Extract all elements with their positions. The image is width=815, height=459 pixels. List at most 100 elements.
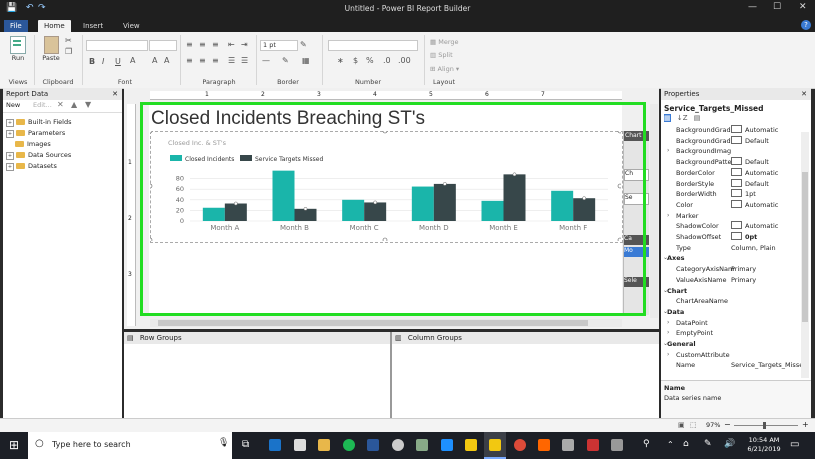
align-right-icon[interactable]: ≡ [212,56,219,65]
split-button[interactable]: ▥ Split [430,51,453,59]
tree-item-data-sources[interactable]: + Data Sources [6,150,71,160]
property-row[interactable]: Color Automatic [661,199,801,211]
property-category[interactable]: ⌄ Chart [661,286,801,297]
number-format-combo[interactable] [328,40,418,51]
property-value[interactable]: Primary [731,264,756,275]
property-value[interactable]: Automatic [731,199,778,211]
alphabetical-icon[interactable]: ↓Z [677,114,688,122]
property-row[interactable]: › CustomAttribute [661,350,801,361]
microphone-icon[interactable]: 🎙 [218,438,229,448]
property-value[interactable]: Default [731,135,769,147]
property-row[interactable]: BackgroundPatte Default [661,157,801,168]
close-icon[interactable]: ✕ [801,88,807,100]
align-left-icon[interactable]: ≡ [186,56,193,65]
run-button[interactable]: Run [6,36,30,62]
mail-icon[interactable] [294,439,306,451]
percent-button[interactable]: % [366,56,374,65]
report-builder-taskbar-button[interactable] [484,432,506,459]
property-row[interactable]: ChartAreaName [661,296,801,307]
property-row[interactable]: Name Service_Targets_Misse [661,360,801,371]
move-up-icon[interactable]: ▲ [71,100,77,109]
align-bottom-icon[interactable]: ≡ [212,40,219,49]
bold-button[interactable]: B [89,57,95,66]
app-icon[interactable] [441,439,453,451]
shrink-font-icon[interactable]: A [164,56,169,65]
decrease-decimal-icon[interactable]: .0 [383,56,391,65]
property-value[interactable]: Default [731,178,769,190]
property-value[interactable]: Service_Targets_Misse [731,360,801,371]
page-view-icon[interactable]: ▣ [678,421,685,429]
property-row[interactable]: › BackgroundImag [661,146,801,157]
close-button[interactable]: ✕ [799,2,807,12]
align-top-icon[interactable]: ≡ [186,40,193,49]
tab-view[interactable]: View [117,20,146,32]
property-row[interactable]: BorderStyle Default [661,178,801,190]
word-icon[interactable] [367,439,379,451]
chrome-icon[interactable] [514,439,526,451]
tree-item-parameters[interactable]: + Parameters [6,128,65,138]
borders-icon[interactable]: ▦ [302,56,310,65]
property-value[interactable]: Column, Plain [731,243,776,254]
app-icon[interactable] [416,439,428,451]
property-row[interactable]: ShadowOffset 0pt [661,232,801,243]
vertical-scrollbar[interactable] [650,104,658,318]
property-category[interactable]: ⌄ Axes [661,253,801,264]
align-button[interactable]: ⊞ Align ▾ [430,65,459,73]
paste-button[interactable]: Paste [40,36,62,62]
move-down-icon[interactable]: ▼ [85,100,91,109]
properties-scrollbar[interactable] [801,132,809,378]
fit-page-icon[interactable]: ⬚ [690,421,697,429]
edge-icon[interactable] [269,439,281,451]
new-button[interactable]: New [6,101,20,109]
action-center-icon[interactable]: ▭ [790,439,799,450]
network-icon[interactable]: ⌂ [683,439,689,449]
property-category[interactable]: ⌄ General [661,339,801,350]
zoom-out-icon[interactable]: − [724,420,731,429]
property-row[interactable]: ValueAxisName Primary [661,275,801,286]
help-icon[interactable]: ? [801,20,811,30]
property-pages-icon[interactable]: ▤ [694,114,701,122]
property-row[interactable]: BackgroundGrad Default [661,135,801,147]
bullets-icon[interactable]: ☰ [228,56,235,65]
expand-icon[interactable]: › [667,318,669,329]
people-icon[interactable]: ⚲ [643,439,650,449]
property-row[interactable]: Type Column, Plain [661,243,801,254]
property-category[interactable]: ⌄ Data [661,307,801,318]
property-value[interactable]: Default [731,157,769,168]
line-style-icon[interactable]: — [262,56,270,65]
show-hidden-icons[interactable]: ⌃ [667,440,674,449]
zoom-in-icon[interactable]: + [802,420,809,429]
side-item[interactable]: Mo [624,247,649,257]
groups-divider[interactable] [390,332,392,418]
font-family-combo[interactable] [86,40,148,51]
zoom-slider[interactable] [734,422,798,429]
clock[interactable]: 10:54 AM 6/21/2019 [744,436,784,454]
copy-icon[interactable]: ❐ [65,47,72,56]
tab-file[interactable]: File [4,20,28,32]
property-row[interactable]: CategoryAxisNam Primary [661,264,801,275]
side-item[interactable]: Ca [624,235,649,245]
decrease-indent-icon[interactable]: ⇤ [228,40,235,49]
border-width-combo[interactable]: 1 pt [260,40,298,51]
property-value[interactable]: Primary [731,275,756,286]
windows-start-icon[interactable]: ⊞ [9,438,19,452]
placeholder-icon[interactable]: ∗ [337,56,344,65]
grow-font-icon[interactable]: A [152,56,157,65]
task-view-icon[interactable]: ⧉ [242,439,249,450]
property-value[interactable]: 0pt [731,232,757,243]
property-row[interactable]: BorderWidth 1pt [661,189,801,200]
pen-color-icon[interactable]: ✎ [282,56,289,65]
property-row[interactable]: › Marker [661,211,801,222]
border-color-icon[interactable]: ✎ [300,40,307,49]
volume-icon[interactable]: 🔊 [724,439,735,449]
pen-icon[interactable]: ✎ [704,439,712,449]
increase-indent-icon[interactable]: ⇥ [241,40,248,49]
property-row[interactable]: › DataPoint [661,318,801,329]
expand-icon[interactable]: › [667,328,669,339]
report-title-textbox[interactable]: Closed Incidents Breaching ST's [151,108,425,130]
close-icon[interactable]: ✕ [112,88,118,100]
merge-button[interactable]: ▦ Merge [430,38,459,46]
app-icon[interactable] [587,439,599,451]
expand-icon[interactable]: › [667,146,669,157]
tab-insert[interactable]: Insert [77,20,109,32]
